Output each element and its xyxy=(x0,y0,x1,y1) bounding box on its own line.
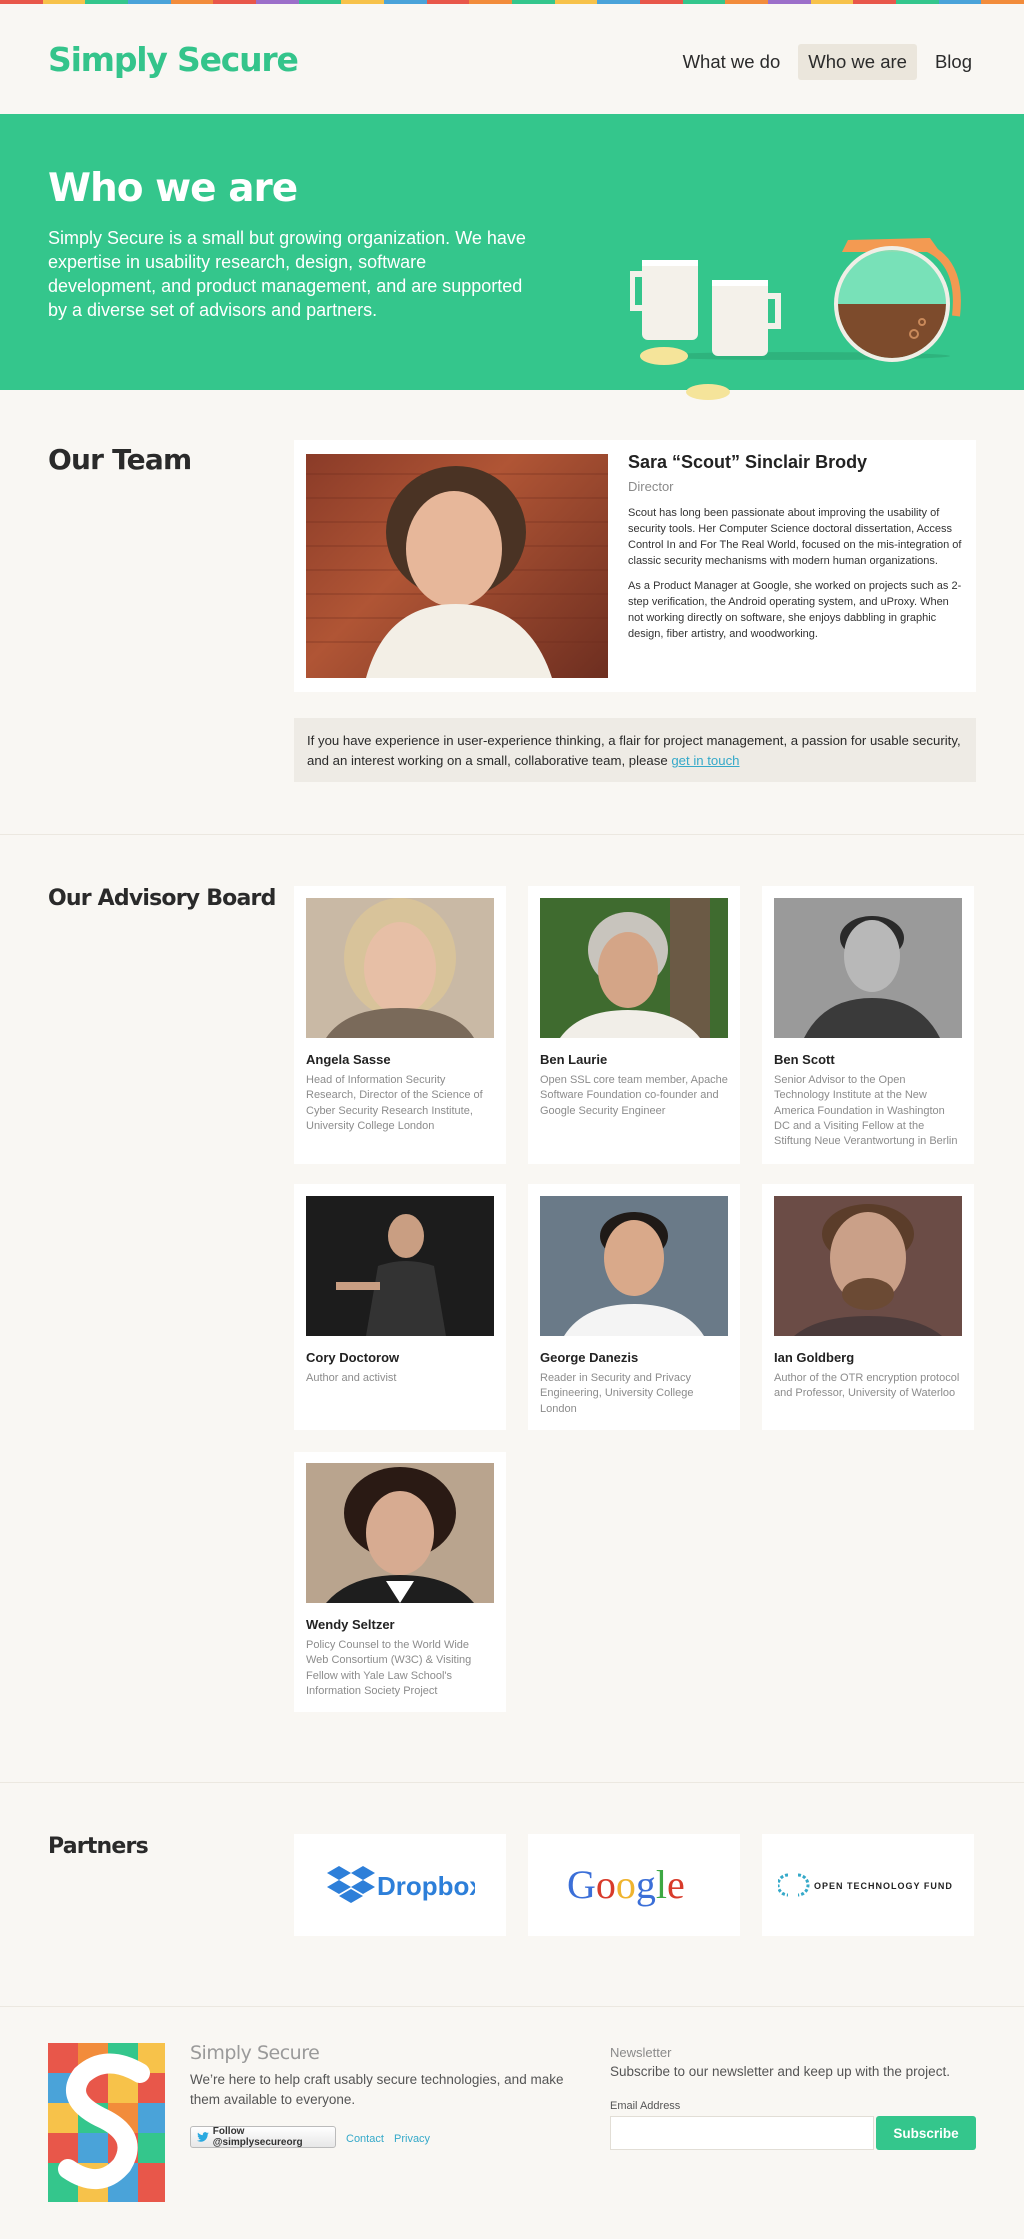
section-title-team: Our Team xyxy=(48,443,192,476)
coffee-illustration xyxy=(630,238,961,400)
join-team-text: If you have experience in user-experienc… xyxy=(307,733,961,768)
hero-description: Simply Secure is a small but growing org… xyxy=(48,228,526,320)
advisor-role: Author and activist xyxy=(306,1372,397,1384)
site-header: Simply Secure What we do Who we are Blog xyxy=(0,4,1024,114)
newsletter-description: Subscribe to our newsletter and keep up … xyxy=(610,2064,950,2079)
advisor-role: Open SSL core team member, Apache Softwa… xyxy=(540,1074,728,1117)
section-title-advisory: Our Advisory Board xyxy=(48,886,276,911)
footer-contact-link[interactable]: Contact xyxy=(346,2133,384,2145)
portrait-image xyxy=(326,898,474,1038)
section-divider xyxy=(0,2006,1024,2007)
twitter-follow-button[interactable]: Follow @simplysecureorg xyxy=(190,2126,336,2148)
advisor-name: Cory Doctorow xyxy=(306,1350,400,1365)
advisor-photo xyxy=(540,1196,728,1336)
google-logo: Google xyxy=(567,1862,685,1907)
hero-banner: Who we are Simply Secure is a small but … xyxy=(0,114,1024,400)
partner-google[interactable]: Google Google xyxy=(528,1834,740,1936)
portrait-image xyxy=(564,1212,704,1336)
site-logo[interactable]: Simply Secure xyxy=(48,40,299,79)
advisor-name: Ian Goldberg xyxy=(774,1350,855,1365)
advisor-name: George Danezis xyxy=(540,1350,639,1365)
advisor-role: Author of the OTR encryption protocol an… xyxy=(774,1372,960,1400)
partner-open-technology-fund[interactable]: OPEN TECHNOLOGY FUND xyxy=(762,1834,974,1936)
advisor-role: Reader in Security and Privacy Engineeri… xyxy=(540,1372,694,1415)
section-divider xyxy=(0,1782,1024,1783)
advisor-role: Head of Information Security Research, D… xyxy=(306,1074,483,1132)
nav-blog[interactable]: Blog xyxy=(925,44,982,80)
portrait-image xyxy=(794,1204,942,1336)
portrait-image xyxy=(560,898,710,1038)
director-role: Director xyxy=(628,479,674,494)
nav-who-we-are[interactable]: Who we are xyxy=(798,44,917,80)
footer-tagline: We’re here to help craft usably secure t… xyxy=(190,2072,564,2107)
nav-what-we-do[interactable]: What we do xyxy=(673,44,791,80)
simply-secure-badge-icon xyxy=(48,2043,165,2202)
advisor-photo xyxy=(306,1463,494,1603)
director-bio-1: Scout has long been passionate about imp… xyxy=(628,507,962,567)
director-bio-2: As a Product Manager at Google, she work… xyxy=(628,580,962,640)
email-label: Email Address xyxy=(610,2100,681,2112)
otf-logo: OPEN TECHNOLOGY FUND xyxy=(778,1873,953,1897)
advisor-name: Ben Laurie xyxy=(540,1052,608,1067)
advisor-name: Ben Scott xyxy=(774,1052,835,1067)
email-field[interactable] xyxy=(610,2116,874,2150)
section-divider xyxy=(0,834,1024,835)
subscribe-button[interactable]: Subscribe xyxy=(876,2116,976,2150)
twitter-bird-icon xyxy=(197,2132,209,2142)
director-photo xyxy=(306,454,608,678)
advisor-photo xyxy=(774,898,962,1038)
advisor-photo xyxy=(306,1196,494,1336)
newsletter-title: Newsletter xyxy=(610,2045,672,2060)
join-team-note: If you have experience in user-experienc… xyxy=(294,718,976,782)
partner-name: OPEN TECHNOLOGY FUND xyxy=(814,1881,953,1891)
advisor-photo xyxy=(540,898,728,1038)
advisor-role: Policy Counsel to the World Wide Web Con… xyxy=(306,1639,472,1697)
partner-name: Dropbox xyxy=(377,1871,475,1901)
svg-text:Google: Google xyxy=(567,1862,685,1907)
main-nav: What we do Who we are Blog xyxy=(673,44,982,80)
advisor-photo xyxy=(306,898,494,1038)
twitter-follow-label: Follow @simplysecureorg xyxy=(212,2126,303,2148)
director-name: Sara “Scout” Sinclair Brody xyxy=(628,452,868,472)
advisor-role: Senior Advisor to the Open Technology In… xyxy=(774,1074,958,1148)
partner-dropbox[interactable]: Dropbox xyxy=(294,1834,506,1936)
footer-brand: Simply Secure xyxy=(190,2042,320,2064)
advisor-name: Wendy Seltzer xyxy=(306,1617,395,1632)
advisor-photo xyxy=(774,1196,962,1336)
footer-privacy-link[interactable]: Privacy xyxy=(394,2133,430,2145)
portrait-image xyxy=(336,1214,446,1336)
portrait-image xyxy=(326,1467,474,1603)
section-title-partners: Partners xyxy=(48,1834,149,1859)
advisor-name: Angela Sasse xyxy=(306,1052,391,1067)
page-title: Who we are xyxy=(48,166,298,211)
portrait-image xyxy=(804,916,940,1038)
dropbox-logo: Dropbox xyxy=(327,1866,475,1903)
get-in-touch-link[interactable]: get in touch xyxy=(671,753,739,768)
portrait-image xyxy=(306,466,608,678)
